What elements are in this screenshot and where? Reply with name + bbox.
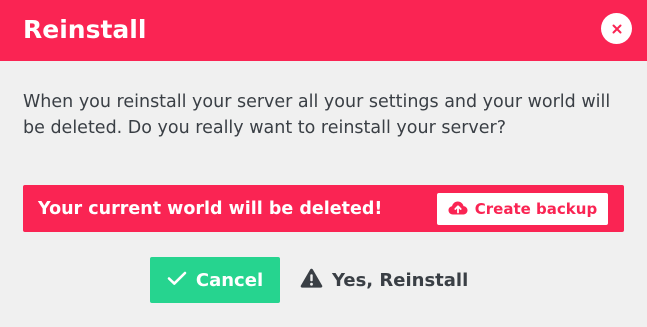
dialog-title: Reinstall bbox=[23, 15, 147, 44]
create-backup-label: Create backup bbox=[474, 200, 598, 218]
warning-text: Your current world will be deleted! bbox=[38, 199, 383, 219]
warning-triangle-icon bbox=[300, 268, 323, 292]
dialog-message: When you reinstall your server all your … bbox=[23, 92, 611, 138]
reinstall-dialog: Reinstall When you reinstall your server… bbox=[0, 0, 647, 327]
cancel-label: Cancel bbox=[195, 269, 264, 291]
warning-banner: Your current world will be deleted! Crea… bbox=[23, 185, 624, 232]
confirm-reinstall-button[interactable]: Yes, Reinstall bbox=[300, 257, 468, 303]
create-backup-button[interactable]: Create backup bbox=[437, 193, 608, 225]
close-icon bbox=[612, 24, 622, 34]
close-button[interactable] bbox=[601, 13, 632, 44]
check-icon bbox=[167, 271, 187, 290]
cancel-button[interactable]: Cancel bbox=[150, 257, 280, 303]
cloud-upload-icon bbox=[448, 200, 468, 219]
dialog-header: Reinstall bbox=[0, 0, 647, 61]
confirm-reinstall-label: Yes, Reinstall bbox=[332, 269, 469, 291]
